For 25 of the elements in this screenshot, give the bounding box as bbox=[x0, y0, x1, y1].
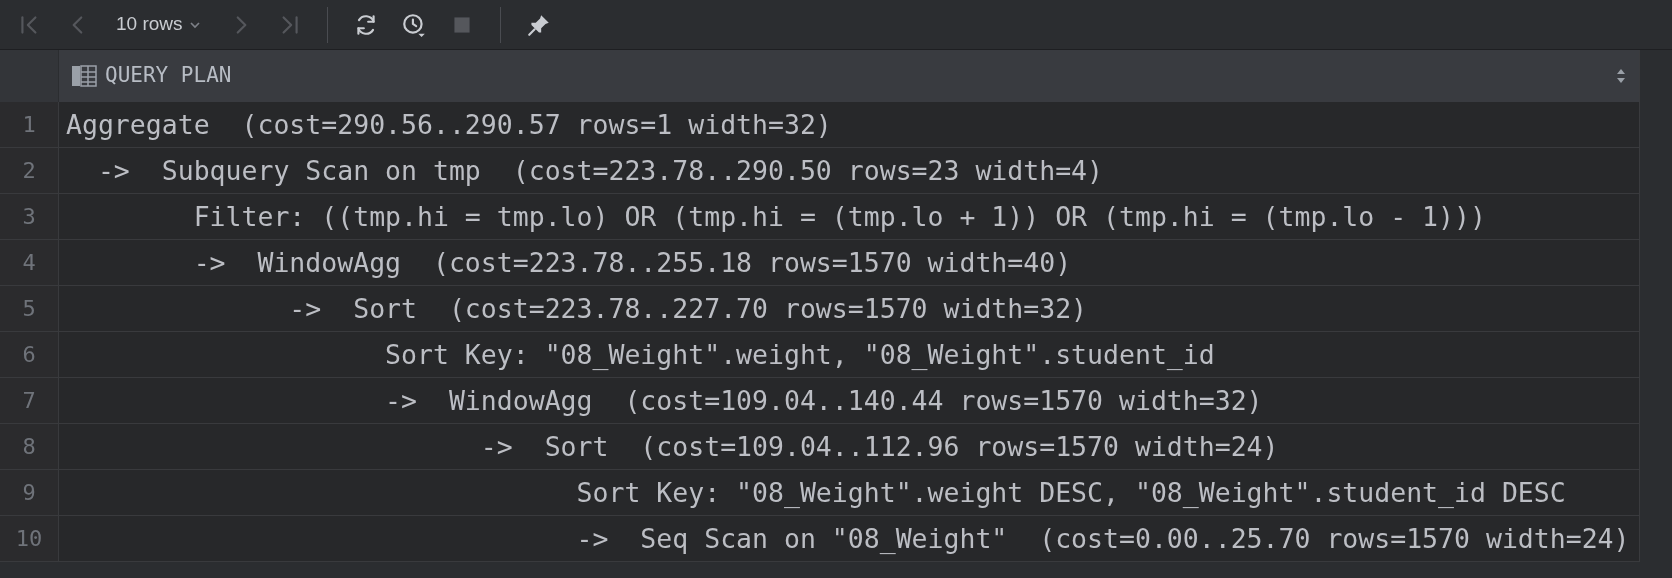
row-number: 10 bbox=[0, 516, 59, 561]
row-number: 9 bbox=[0, 470, 59, 515]
row-number: 7 bbox=[0, 378, 59, 423]
row-number: 6 bbox=[0, 332, 59, 377]
table-cell-text: Sort Key: "08_Weight".weight DESC, "08_Weight".student_id DESC bbox=[575, 475, 1567, 510]
sort-icon bbox=[1615, 67, 1627, 85]
column-title: QUERY PLAN bbox=[105, 62, 232, 90]
table-cell-text: -> WindowAgg (cost=109.04..140.44 rows=1570 width=32) bbox=[384, 383, 1264, 418]
table-cell-text: -> Seq Scan on "08_Weight" (cost=0.00..25.70 rows=1570 width=24) bbox=[575, 521, 1631, 556]
table-cell-text: -> Sort (cost=109.04..112.96 rows=1570 width=24) bbox=[479, 429, 1280, 464]
table-cell-text: Filter: ((tmp.hi = tmp.lo) OR (tmp.hi = (tmp.lo + 1)) OR (tmp.hi = (tmp.lo - 1))) bbox=[192, 199, 1487, 234]
table-cell-text: -> Subquery Scan on tmp (cost=223.78..290.50 rows=23 width=4) bbox=[96, 153, 1105, 188]
row-number: 3 bbox=[0, 194, 59, 239]
table-cell-text: -> WindowAgg (cost=223.78..255.18 rows=1570 width=40) bbox=[192, 245, 1073, 280]
row-number: 5 bbox=[0, 286, 59, 331]
clock-icon bbox=[400, 11, 427, 38]
page-size-dropdown[interactable]: 10 rows bbox=[104, 4, 215, 45]
table-icon bbox=[71, 65, 97, 87]
row-number: 1 bbox=[0, 102, 59, 147]
row-number: 8 bbox=[0, 424, 59, 469]
table-cell-text: Aggregate (cost=290.56..290.57 rows=1 width=32) bbox=[65, 107, 833, 142]
table-cell-text: Sort Key: "08_Weight".weight, "08_Weight".student_id bbox=[384, 337, 1216, 372]
row-number: 4 bbox=[0, 240, 59, 285]
row-number: 2 bbox=[0, 148, 59, 193]
table-cell-text: -> Sort (cost=223.78..227.70 rows=1570 width=32) bbox=[288, 291, 1089, 326]
